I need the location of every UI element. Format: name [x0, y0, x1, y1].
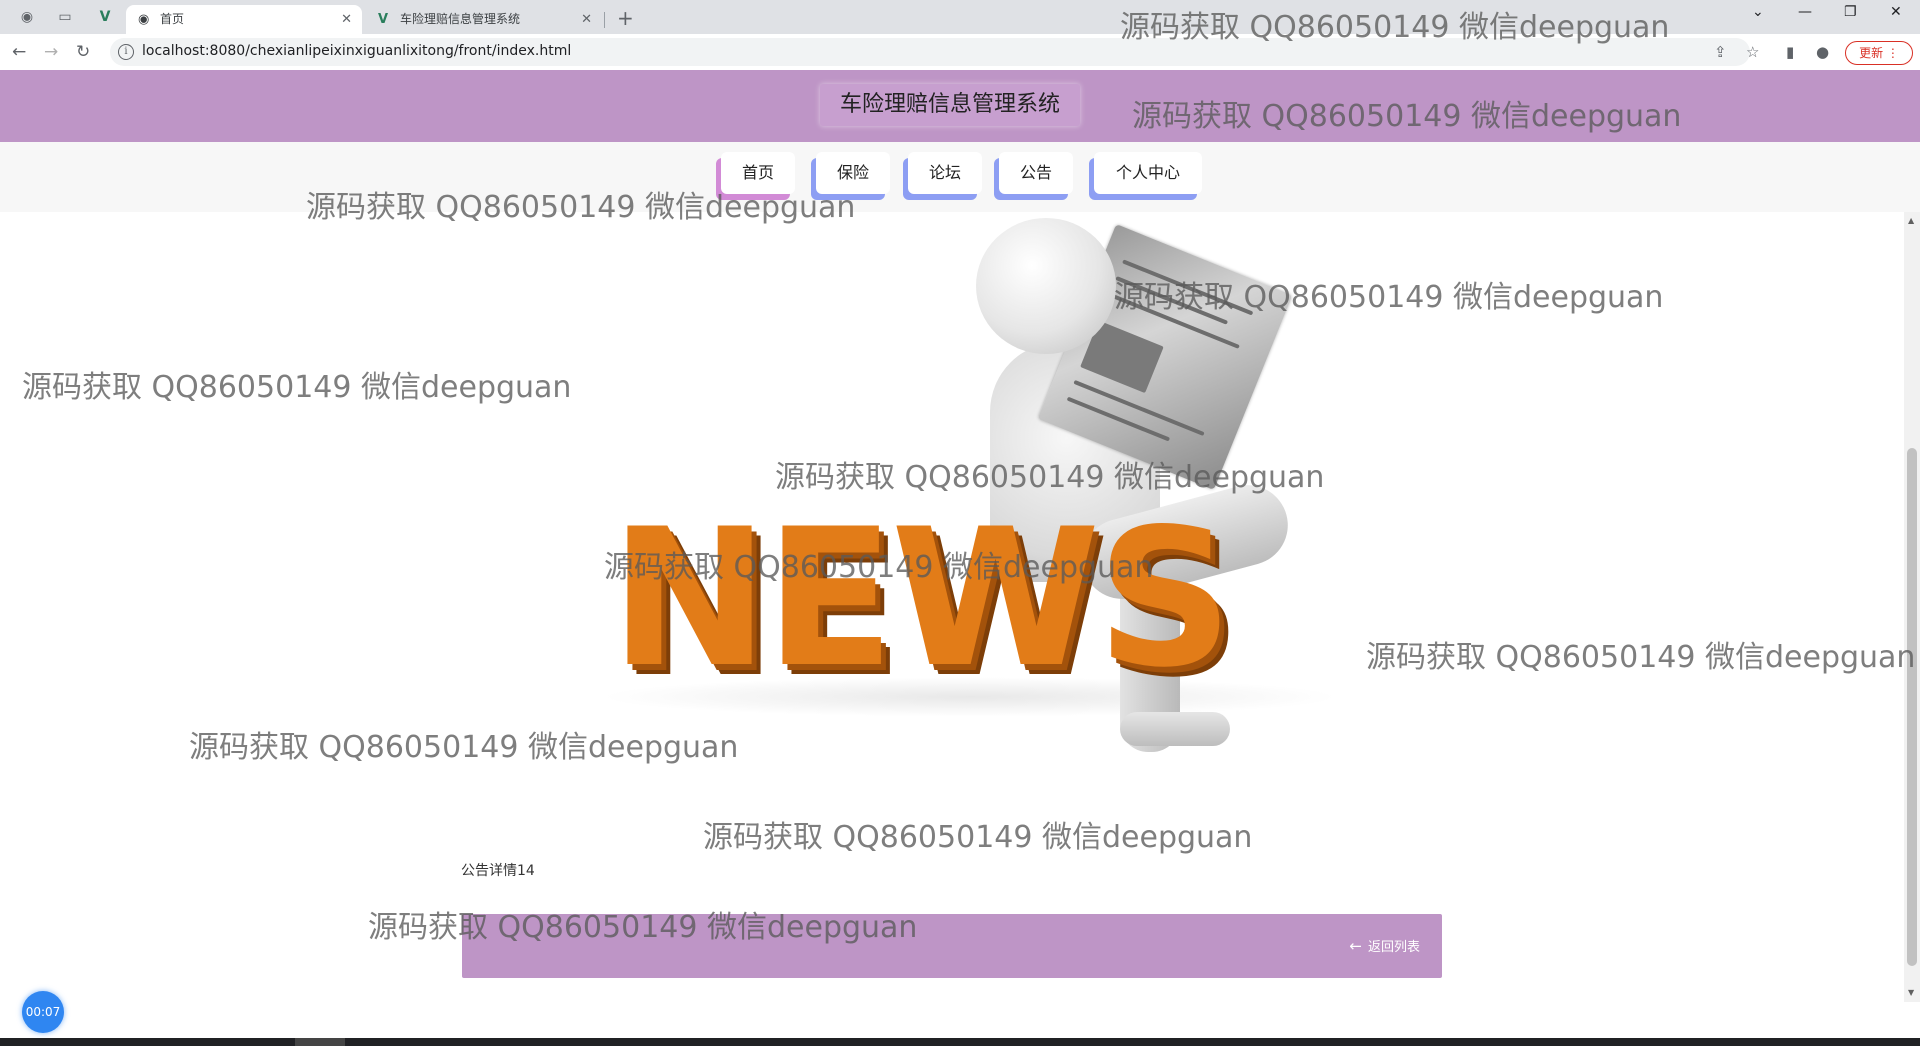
globe-icon: ◉: [138, 12, 150, 27]
minimize-icon[interactable]: —: [1798, 4, 1812, 20]
address-bar: ← → ↻ i localhost:8080/chexianlipeixinxi…: [0, 34, 1920, 71]
tab-system[interactable]: V 车险理赔信息管理系统 ✕: [366, 5, 602, 34]
news-illustration: NEWS: [560, 212, 1380, 752]
notice-detail-page: NEWS 公告详情14 ← 返回列表: [0, 212, 1904, 1042]
url-text: localhost:8080/chexianlipeixinxiguanlixi…: [142, 43, 572, 59]
nav-insurance[interactable]: 保险: [816, 152, 890, 194]
figure-foot: [1120, 712, 1230, 746]
tab-group-icon[interactable]: ▭: [56, 8, 74, 26]
main-nav: 首页 保险 论坛 公告 个人中心: [0, 142, 1920, 212]
nav-forum[interactable]: 论坛: [908, 152, 982, 194]
page-scrollbar[interactable]: ▲ ▼: [1904, 212, 1920, 1002]
detail-toolbar: ← 返回列表: [462, 914, 1442, 978]
site-header: 车险理赔信息管理系统: [0, 70, 1920, 142]
news-word: NEWS: [610, 488, 1233, 709]
update-button[interactable]: 更新 ⋮: [1845, 41, 1913, 65]
url-field[interactable]: i localhost:8080/chexianlipeixinxiguanli…: [110, 38, 1750, 66]
scroll-up-icon[interactable]: ▲: [1908, 216, 1914, 225]
arrow-left-icon: ←: [1349, 937, 1362, 955]
side-panel-icon[interactable]: ▮: [1786, 43, 1794, 61]
forward-icon[interactable]: →: [44, 42, 58, 62]
share-icon[interactable]: ⇪: [1714, 43, 1727, 61]
close-window-icon[interactable]: ✕: [1890, 4, 1902, 20]
tab-home[interactable]: ◉ 首页 ✕: [126, 5, 362, 34]
bookmark-star-icon[interactable]: ☆: [1746, 43, 1759, 61]
close-tab-icon[interactable]: ✕: [341, 5, 352, 34]
taskbar-strip: [0, 1038, 1920, 1046]
nav-user-center[interactable]: 个人中心: [1094, 152, 1202, 194]
nav-notice[interactable]: 公告: [999, 152, 1073, 194]
notice-title: 公告详情14: [461, 863, 535, 879]
tab-title: 车险理赔信息管理系统: [400, 12, 521, 26]
back-icon[interactable]: ←: [12, 42, 26, 62]
restore-icon[interactable]: ❐: [1844, 4, 1857, 20]
vue-favicon-icon[interactable]: V: [96, 8, 114, 26]
scroll-thumb[interactable]: [1907, 448, 1917, 966]
site-title: 车险理赔信息管理系统: [820, 84, 1080, 126]
tab-title: 首页: [160, 12, 185, 26]
tab-separator: [604, 12, 605, 28]
browser-menu-icon[interactable]: ◉: [18, 8, 36, 26]
back-label: 返回列表: [1367, 940, 1420, 955]
figure-head: [976, 218, 1116, 354]
reload-icon[interactable]: ↻: [76, 42, 90, 62]
nav-home[interactable]: 首页: [721, 152, 795, 194]
recording-timer[interactable]: 00:07: [22, 991, 64, 1033]
site-info-icon[interactable]: i: [118, 44, 134, 60]
scroll-down-icon[interactable]: ▼: [1908, 988, 1914, 997]
close-tab-icon[interactable]: ✕: [581, 5, 592, 34]
new-tab-icon[interactable]: +: [617, 6, 634, 30]
browser-tab-strip: ◉ ▭ V ◉ 首页 ✕ V 车险理赔信息管理系统 ✕ + ⌄ — ❐ ✕: [0, 0, 1920, 34]
update-label: 更新: [1859, 46, 1884, 60]
back-to-list-button[interactable]: ← 返回列表: [1349, 934, 1420, 960]
profile-icon[interactable]: ●: [1816, 43, 1829, 61]
tab-search-icon[interactable]: ⌄: [1752, 4, 1764, 20]
vue-favicon-icon: V: [378, 12, 389, 27]
